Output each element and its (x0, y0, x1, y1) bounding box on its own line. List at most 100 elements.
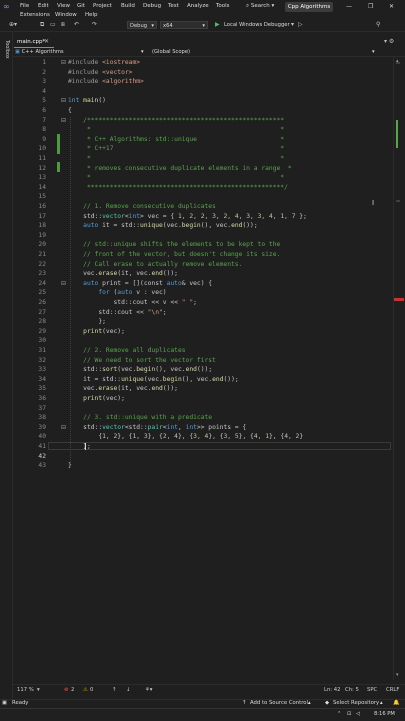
menu-window[interactable]: Window (55, 12, 77, 18)
fold-toggle-icon[interactable]: ⊟ (61, 280, 66, 287)
close-icon[interactable]: ✕ (389, 3, 394, 10)
code-line[interactable]: * * (68, 126, 284, 133)
warning-count[interactable]: 0 (90, 687, 93, 693)
project-dropdown-arrow[interactable]: ▾ (141, 48, 144, 56)
search-button[interactable]: ⌕ Search ▾ (246, 3, 282, 11)
close-tab-icon[interactable]: ✕ (44, 38, 49, 45)
code-line[interactable]: vec.erase(it, vec.end()); (68, 270, 178, 277)
play-icon[interactable]: ▶ (215, 21, 220, 28)
notifications-icon[interactable]: 🔔 (393, 700, 400, 706)
code-line[interactable]: * * (68, 155, 284, 162)
chevron-up-icon[interactable]: ⌃ (337, 711, 341, 717)
char-number[interactable]: Ch: 5 (345, 687, 359, 693)
error-icon[interactable]: ⊗ (64, 687, 68, 693)
code-line[interactable]: * C++ Algorithms: std::unique * (68, 136, 284, 143)
vs-logo-icon[interactable]: ∞ (3, 2, 10, 11)
chevron-up-icon[interactable]: ▴ (308, 700, 311, 706)
code-line[interactable]: // We need to sort the vector first (68, 357, 216, 364)
run-debugger-button[interactable]: Local Windows Debugger (224, 22, 290, 28)
menu-edit[interactable]: Edit (38, 3, 49, 9)
scope-dropdown-arrow[interactable]: ▾ (372, 48, 375, 56)
project-dropdown[interactable]: ▣ C++ Algorithms (15, 48, 145, 56)
code-line[interactable]: // 1. Remove consecutive duplicates (68, 203, 216, 210)
whitespace-mode[interactable]: SPC (367, 687, 377, 693)
code-line[interactable]: // std::unique shifts the elements to be… (68, 241, 280, 248)
menu-tools[interactable]: Tools (216, 3, 230, 9)
code-line[interactable]: #include <vector> (68, 69, 132, 76)
menu-view[interactable]: View (57, 3, 70, 9)
code-line[interactable]: }; (68, 318, 106, 325)
dropdown-icon[interactable]: ▾ (291, 21, 294, 28)
code-line[interactable]: /***************************************… (68, 117, 284, 124)
fold-toggle-icon[interactable]: ⊟ (61, 97, 66, 104)
code-line[interactable]: it = std::unique(vec.begin(), vec.end())… (68, 376, 239, 383)
fold-toggle-icon[interactable]: ⊟ (61, 59, 66, 66)
code-line[interactable]: std::vector<std::pair<int, int>> points … (68, 424, 246, 431)
code-line[interactable]: int main() (68, 97, 106, 104)
save-all-icon[interactable]: ⧈ (61, 21, 65, 29)
cleanup-icon[interactable]: ⚘▾ (145, 687, 152, 693)
code-line[interactable]: vec.erase(it, vec.end()); (68, 385, 178, 392)
up-arrow-icon[interactable]: ↑ (112, 687, 116, 693)
code-line[interactable]: { (68, 107, 72, 114)
fold-toggle-icon[interactable]: ⊟ (61, 424, 66, 431)
new-item-icon[interactable]: ⧉ (40, 21, 44, 29)
undo-icon[interactable]: ↶ (74, 21, 79, 28)
minimize-icon[interactable]: — (346, 3, 352, 10)
menu-debug[interactable]: Debug (143, 3, 161, 9)
volume-icon[interactable]: ◁ (356, 711, 360, 717)
clock[interactable]: 8:16 PM (374, 711, 395, 717)
menu-help[interactable]: Help (85, 12, 98, 18)
line-ending[interactable]: CRLF (386, 687, 399, 693)
maximize-icon[interactable]: ❐ (368, 3, 373, 10)
repository-icon[interactable]: ◆ (325, 700, 329, 706)
select-repository-button[interactable]: Select Repository (333, 700, 379, 706)
chevron-up-icon[interactable]: ▴ (380, 700, 383, 706)
error-count[interactable]: 2 (71, 687, 74, 693)
add-to-source-control-button[interactable]: Add to Source Control (250, 700, 308, 706)
source-control-icon[interactable]: ↑ (242, 700, 246, 706)
down-arrow-icon[interactable]: ↓ (126, 687, 130, 693)
scroll-arrow-icon[interactable]: ▾ (396, 672, 399, 678)
toolbox-tab[interactable]: Toolbox (4, 40, 10, 59)
scroll-arrow-icon[interactable]: ▴ (396, 58, 399, 64)
line-number[interactable]: Ln: 42 (324, 687, 341, 693)
menu-build[interactable]: Build (121, 3, 135, 9)
code-line[interactable]: print(vec); (68, 328, 125, 335)
start-without-debug-icon[interactable]: ▷ (298, 21, 303, 28)
code-line[interactable]: // 3. std::unique with a predicate (68, 414, 212, 421)
code-line[interactable]: print(vec); (68, 395, 125, 402)
menu-file[interactable]: File (20, 3, 29, 9)
code-line[interactable]: std::vector<int> vec = { 1, 2, 2, 3, 2, … (68, 213, 307, 220)
menu-test[interactable]: Test (168, 3, 179, 9)
code-line[interactable]: }; (68, 443, 91, 450)
zoom-dropdown-icon[interactable]: ▾ (37, 687, 40, 693)
code-line[interactable]: {1, 2}, {1, 3}, {2, 4}, {3, 4}, {3, 5}, … (68, 433, 303, 440)
config-dropdown[interactable]: Debug ▾ (127, 21, 157, 29)
tab-overflow-icon[interactable]: ▾ ⚙ (384, 38, 394, 45)
code-line[interactable]: * C++17 * (68, 145, 284, 152)
zoom-level[interactable]: 117 % (17, 687, 34, 693)
back-nav-icon[interactable]: ⊕▾ (9, 21, 17, 28)
code-line[interactable]: ****************************************… (68, 184, 288, 191)
warning-icon[interactable]: ⚠ (83, 687, 88, 693)
code-line[interactable]: for (auto v : vec) (68, 289, 166, 296)
vertical-scrollbar[interactable] (393, 57, 405, 680)
code-line[interactable]: auto it = std::unique(vec.begin(), vec.e… (68, 222, 257, 229)
code-line[interactable]: // front of the vector, but doesn't chan… (68, 251, 280, 258)
code-line[interactable]: #include <iostream> (68, 59, 140, 66)
fold-toggle-icon[interactable]: ⊟ (61, 117, 66, 124)
code-line[interactable]: auto print = [](const auto& vec) { (68, 280, 212, 287)
code-line[interactable]: std::cout << "\n"; (68, 309, 166, 316)
menu-git[interactable]: Git (77, 3, 85, 9)
network-icon[interactable]: ⊡ (347, 711, 351, 717)
code-line[interactable]: // Call erase to actually remove element… (68, 261, 242, 268)
open-icon[interactable]: ▭ (50, 21, 56, 28)
scope-dropdown[interactable]: (Global Scope) (152, 48, 372, 56)
menu-analyze[interactable]: Analyze (187, 3, 209, 9)
menu-extensions[interactable]: Extensions (20, 12, 50, 18)
code-line[interactable]: * * (68, 174, 284, 181)
menu-project[interactable]: Project (93, 3, 112, 9)
code-line[interactable]: #include <algorithm> (68, 78, 144, 85)
platform-dropdown[interactable]: x64 ▾ (160, 21, 208, 29)
